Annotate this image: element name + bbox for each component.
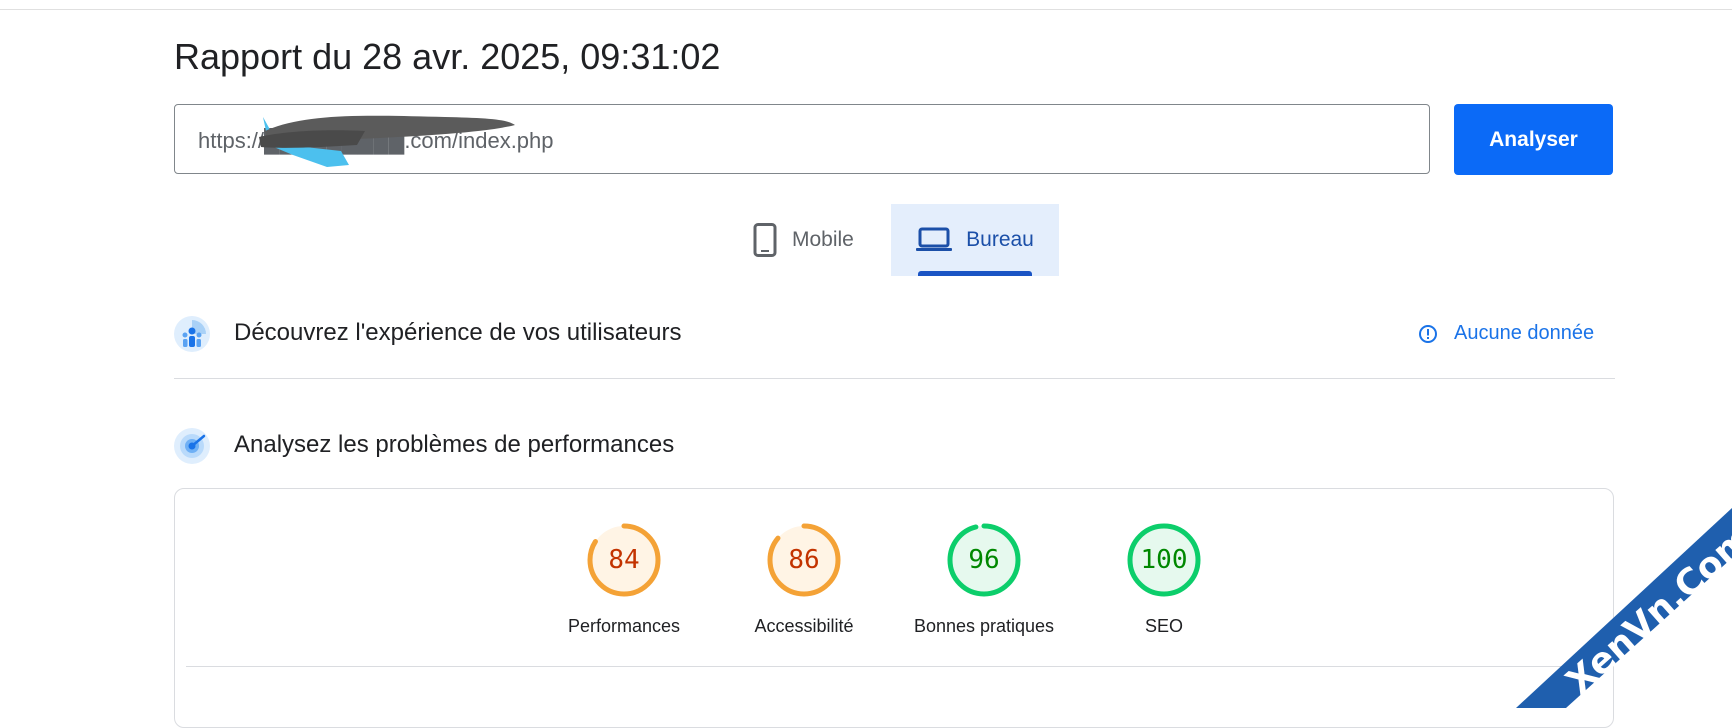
lab-data-title: Analysez les problèmes de performances [234,431,675,458]
score-value: 84 [608,545,640,575]
analyze-button[interactable]: Analyser [1454,104,1613,175]
card-divider [186,666,1602,667]
laptop-icon [916,227,953,251]
redaction-mark [259,115,515,167]
score-label-seo: SEO [1144,616,1183,636]
score-label-accessibility: Accessibilité [754,616,854,636]
tab-mobile[interactable]: Mobile [752,204,854,276]
score-gauge-best-practices[interactable]: 96 [946,522,1022,598]
smartphone-icon [753,223,777,257]
score-value: 100 [1140,545,1188,575]
score-gauge-seo[interactable]: 100 [1126,522,1202,598]
field-data-title: Découvrez l'expérience de vos utilisateu… [234,319,682,346]
no-data-label: Aucune donnée [1454,322,1595,344]
users-experience-icon [174,316,210,352]
score-gauge-accessibility[interactable]: 86 [766,522,842,598]
top-divider [0,9,1732,10]
selected-tab-indicator [918,271,1032,276]
section-divider [174,378,1615,379]
score-label-performance: Performances [567,616,681,636]
no-data-link[interactable]: Aucune donnée [1418,322,1594,345]
info-icon [1419,324,1437,343]
score-label-best-practices: Bonnes pratiques [913,616,1055,636]
scores-card [174,488,1614,728]
score-gauge-performance[interactable]: 84 [586,522,662,598]
tab-desktop[interactable]: Bureau [891,204,1059,276]
report-title: Rapport du 28 avr. 2025, 09:31:02 [174,36,721,77]
score-value: 86 [788,545,820,575]
tab-mobile-label: Mobile [792,228,854,251]
watermark-text: XenVn.Com [1559,518,1732,703]
score-value: 96 [968,545,1000,575]
tab-desktop-label: Bureau [966,228,1034,251]
watermark: XenVn.Com [1500,500,1732,708]
performance-diagnostics-icon [174,428,210,464]
url-input[interactable]: https://█████████.com/index.php [174,104,1430,174]
